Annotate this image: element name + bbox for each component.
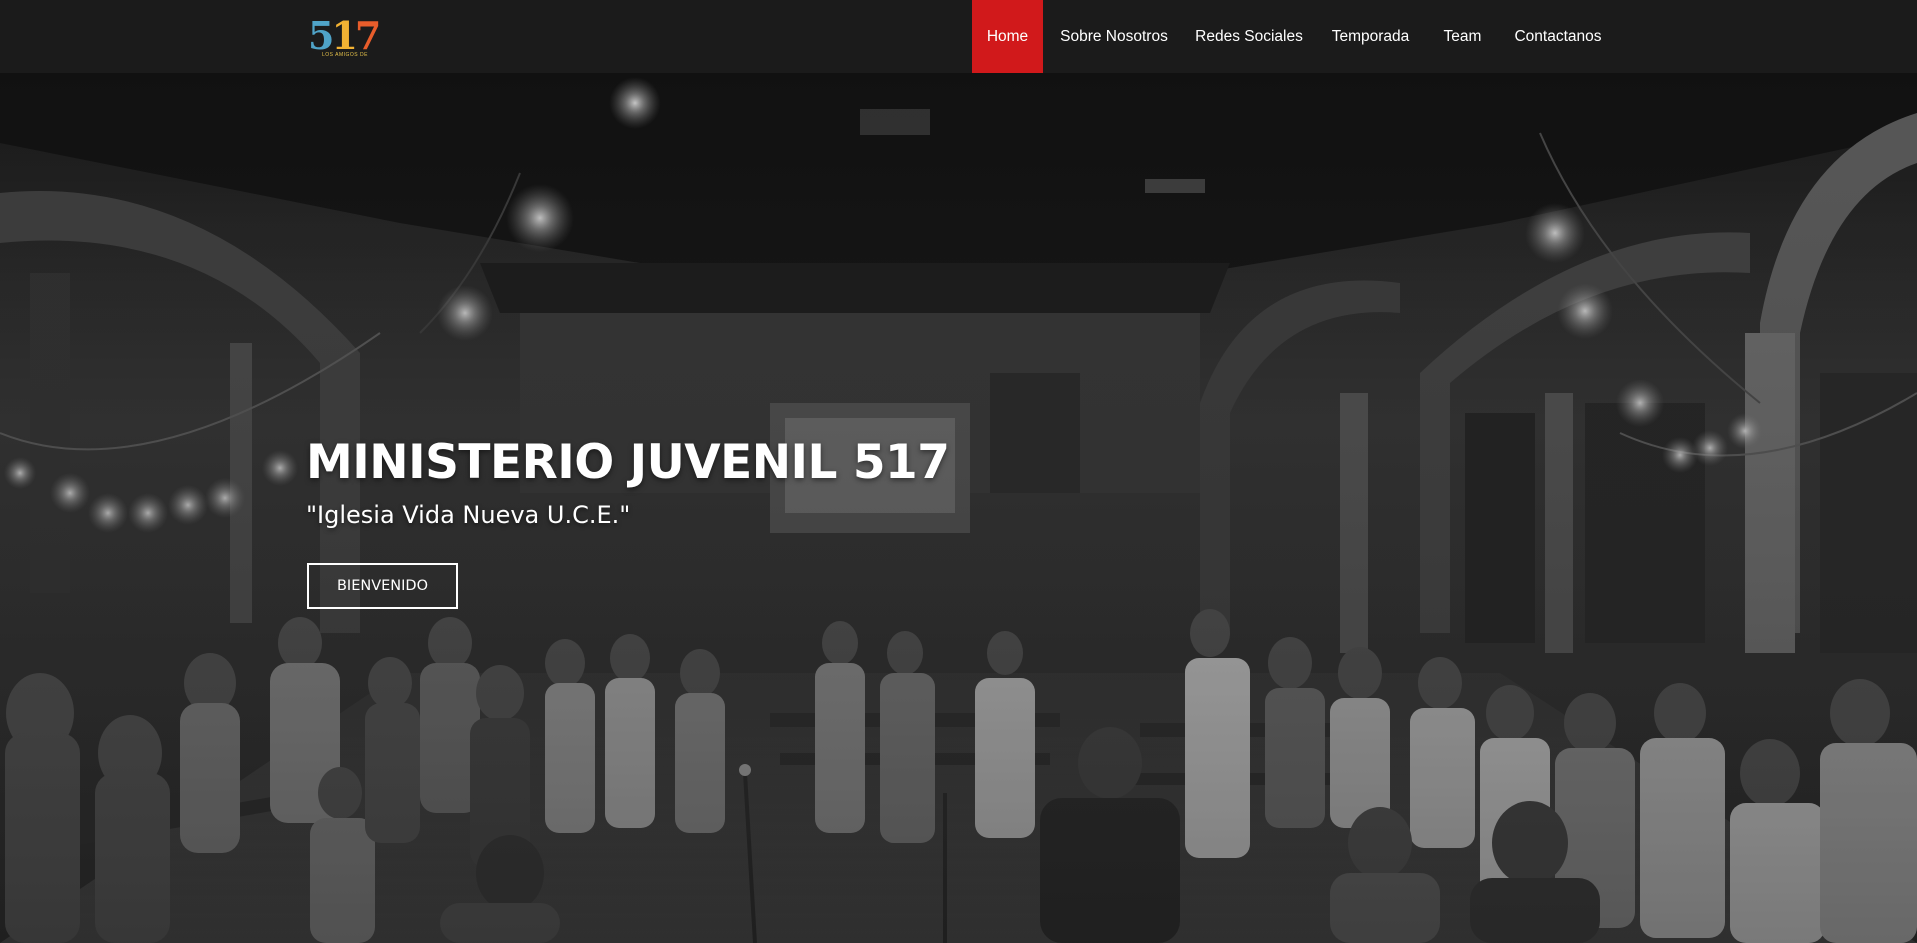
hero-title: MINISTERIO JUVENIL 517 bbox=[306, 435, 950, 490]
hero-section: MINISTERIO JUVENIL 517 "Iglesia Vida Nue… bbox=[0, 73, 1917, 943]
nav-contactanos[interactable]: Contactanos bbox=[1508, 0, 1608, 73]
bienvenido-button[interactable]: BIENVENIDO bbox=[307, 563, 458, 609]
hero-overlay bbox=[0, 73, 1917, 943]
nav-menu: Home Sobre Nosotros Redes Sociales Tempo… bbox=[0, 0, 1917, 73]
nav-home[interactable]: Home bbox=[972, 0, 1043, 73]
hero-subtitle: "Iglesia Vida Nueva U.C.E." bbox=[306, 501, 631, 529]
nav-redes-sociales[interactable]: Redes Sociales bbox=[1190, 0, 1308, 73]
navbar: 517 LOS AMIGOS DE Home Sobre Nosotros Re… bbox=[0, 0, 1917, 73]
nav-sobre-nosotros[interactable]: Sobre Nosotros bbox=[1055, 0, 1173, 73]
nav-temporada[interactable]: Temporada bbox=[1326, 0, 1415, 73]
nav-team[interactable]: Team bbox=[1437, 0, 1488, 73]
